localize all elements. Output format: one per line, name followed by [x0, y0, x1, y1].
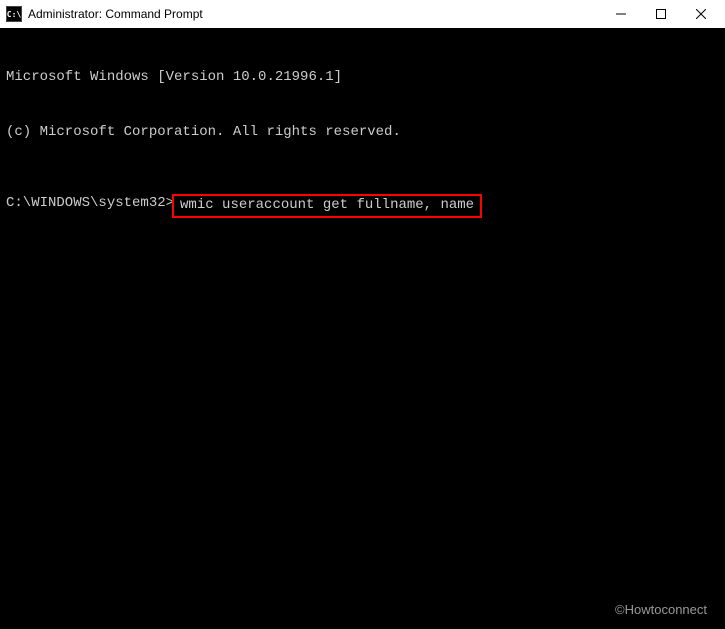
command-prompt-window: C:\ Administrator: Command Prompt M — [0, 0, 725, 629]
copyright-line: (c) Microsoft Corporation. All rights re… — [6, 123, 719, 141]
window-title: Administrator: Command Prompt — [28, 7, 601, 21]
maximize-icon — [656, 9, 666, 19]
close-icon — [696, 9, 706, 19]
maximize-button[interactable] — [641, 0, 681, 28]
version-line: Microsoft Windows [Version 10.0.21996.1] — [6, 68, 719, 86]
minimize-button[interactable] — [601, 0, 641, 28]
window-controls — [601, 0, 721, 28]
minimize-icon — [616, 9, 626, 19]
command-input-highlight: wmic useraccount get fullname, name — [172, 194, 482, 218]
cmd-icon: C:\ — [6, 6, 22, 22]
titlebar: C:\ Administrator: Command Prompt — [0, 0, 725, 28]
close-button[interactable] — [681, 0, 721, 28]
terminal-output[interactable]: Microsoft Windows [Version 10.0.21996.1]… — [0, 28, 725, 629]
prompt-line: C:\WINDOWS\system32>wmic useraccount get… — [6, 194, 719, 218]
prompt-path: C:\WINDOWS\system32> — [6, 194, 174, 212]
watermark: ©Howtoconnect — [615, 602, 707, 619]
